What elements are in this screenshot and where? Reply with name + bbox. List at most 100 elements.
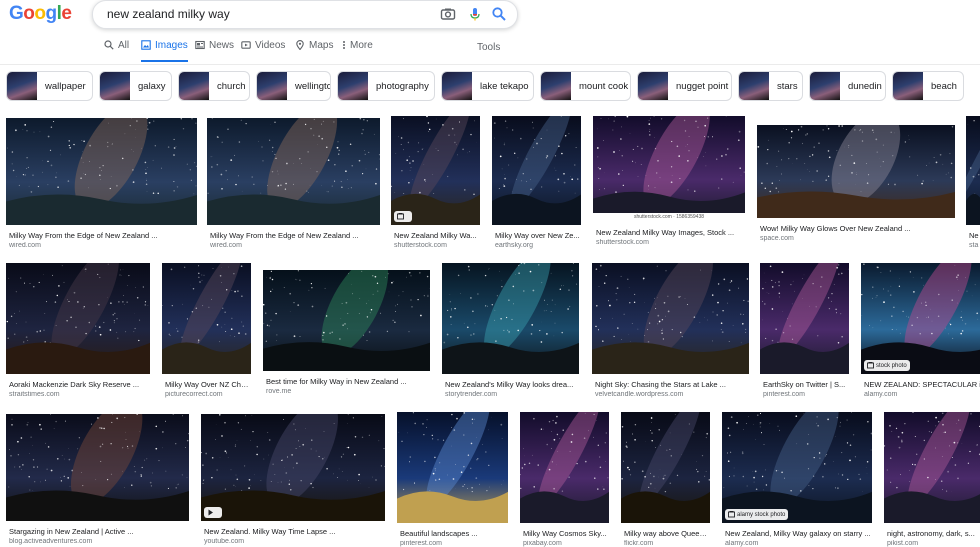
chip-thumbnail [179, 72, 209, 100]
result-title[interactable]: Night Sky: Chasing the Stars at Lake ... [595, 380, 748, 389]
result-source: velvetcandle.wordpress.com [595, 391, 748, 398]
chip-label: church [209, 81, 250, 92]
result-title[interactable]: NEW ZEALAND: SPECTACULAR im [864, 380, 980, 389]
tab-label: More [350, 40, 373, 51]
result-thumbnail[interactable] [391, 116, 480, 225]
result-title[interactable]: New Zealand Milky Wa... [394, 231, 479, 240]
result-thumbnail[interactable] [6, 118, 197, 225]
video-icon [241, 40, 251, 50]
result-thumbnail[interactable] [397, 412, 508, 523]
chip-label: dunedin [840, 81, 886, 92]
result-thumbnail[interactable] [760, 263, 849, 374]
tab-maps[interactable]: Maps [295, 40, 333, 60]
result-title[interactable]: Best time for Milky Way in New Zealand .… [266, 377, 429, 386]
result-thumbnail[interactable] [442, 263, 579, 374]
result-title[interactable]: Milky Way over New Ze... [495, 231, 580, 240]
tab-label: All [118, 40, 129, 51]
result-source: shutterstock.com [596, 239, 744, 246]
logo-letter: G [9, 3, 23, 25]
tab-more[interactable]: More [342, 40, 373, 60]
chip-label: mount cook [571, 81, 631, 92]
result-thumbnail[interactable] [492, 116, 581, 225]
tools-button[interactable]: Tools [477, 42, 500, 53]
search-input[interactable] [105, 6, 429, 22]
result-thumbnail[interactable] [6, 263, 150, 374]
result-title[interactable]: EarthSky on Twitter | S... [763, 380, 848, 389]
mic-icon[interactable] [467, 6, 483, 22]
tab-news[interactable]: News [195, 40, 234, 60]
tab-images[interactable]: Images [141, 40, 188, 62]
result-source: blog.activeadventures.com [9, 538, 188, 545]
more-dots-icon [342, 40, 346, 50]
badge-label: alamy stock photo [737, 512, 785, 518]
image-watermark: shutterstock.com · 1586359438 [593, 213, 745, 222]
logo-letter: o [23, 3, 34, 25]
result-thumbnail[interactable] [966, 116, 980, 225]
search-icon[interactable] [491, 6, 507, 22]
search-box[interactable] [92, 0, 518, 29]
result-source: wired.com [210, 242, 379, 249]
result-title[interactable]: Wow! Milky Way Glows Over New Zealand ..… [760, 224, 954, 233]
result-title[interactable]: New Zealand's Milky Way looks drea... [445, 380, 578, 389]
chip-photography[interactable]: photography [337, 71, 435, 101]
result-thumbnail[interactable]: alamy stock photo [722, 412, 872, 523]
chip-thumbnail [442, 72, 472, 100]
image-icon [141, 40, 151, 50]
chip-nugget-point[interactable]: nugget point [637, 71, 732, 101]
result-title[interactable]: Milky Way From the Edge of New Zealand .… [9, 231, 196, 240]
result-source: space.com [760, 235, 954, 242]
result-source: wired.com [9, 242, 196, 249]
result-title[interactable]: night, astronomy, dark, s... [887, 529, 980, 538]
result-thumbnail[interactable] [757, 125, 955, 218]
chip-church[interactable]: church [178, 71, 250, 101]
result-title[interactable]: Beautiful landscapes ... [400, 529, 507, 538]
result-title[interactable]: Milky Way From the Edge of New Zealand .… [210, 231, 379, 240]
chip-label: lake tekapo [472, 81, 534, 92]
result-title[interactable]: New Zealand Milky Way Images, Stock ... [596, 228, 744, 237]
result-thumbnail[interactable] [592, 263, 749, 374]
tab-videos[interactable]: Videos [241, 40, 285, 60]
camera-icon[interactable] [440, 6, 456, 22]
chip-thumbnail [893, 72, 923, 100]
chip-thumbnail [541, 72, 571, 100]
result-title[interactable]: Milky Way Over NZ Chu... [165, 380, 250, 389]
chip-label: beach [923, 81, 964, 92]
chip-beach[interactable]: beach [892, 71, 964, 101]
result-thumbnail[interactable] [520, 412, 609, 523]
result-thumbnail[interactable] [263, 270, 430, 371]
result-thumbnail[interactable] [6, 414, 189, 521]
result-title[interactable]: Ne [969, 231, 980, 240]
chip-lake-tekapo[interactable]: lake tekapo [441, 71, 534, 101]
result-thumbnail[interactable] [201, 414, 385, 521]
result-title[interactable]: Aoraki Mackenzie Dark Sky Reserve ... [9, 380, 149, 389]
result-thumbnail[interactable] [884, 412, 980, 523]
chip-dunedin[interactable]: dunedin [809, 71, 886, 101]
result-title[interactable]: New Zealand. Milky Way Time Lapse ... [204, 527, 384, 536]
search-icon [104, 40, 114, 50]
result-title[interactable]: New Zealand, Milky Way galaxy on starry … [725, 529, 871, 538]
result-thumbnail[interactable]: shutterstock.com · 1586359438 [593, 116, 745, 222]
chip-thumbnail [7, 72, 37, 100]
chip-label: nugget point [668, 81, 732, 92]
result-title[interactable]: Milky Way Cosmos Sky... [523, 529, 608, 538]
result-thumbnail[interactable]: stock photo [861, 263, 980, 374]
result-thumbnail[interactable] [621, 412, 710, 523]
result-source: pinterest.com [763, 391, 848, 398]
chip-wallpaper[interactable]: wallpaper [6, 71, 93, 101]
result-title[interactable]: Stargazing in New Zealand | Active ... [9, 527, 188, 536]
result-thumbnail[interactable] [207, 118, 380, 225]
result-thumbnail[interactable] [162, 263, 251, 374]
tab-label: Videos [255, 40, 285, 51]
chip-stars[interactable]: stars [738, 71, 803, 101]
tab-all[interactable]: All [104, 40, 129, 60]
product-badge-icon: stock photo [864, 360, 910, 371]
result-title[interactable]: Milky way above Queen... [624, 529, 709, 538]
result-source: picturecorrect.com [165, 391, 250, 398]
chip-thumbnail [810, 72, 840, 100]
chip-thumbnail [739, 72, 769, 100]
chip-mount-cook[interactable]: mount cook [540, 71, 631, 101]
chip-wellington[interactable]: wellington [256, 71, 331, 101]
google-logo[interactable]: Google [9, 3, 71, 25]
chip-galaxy[interactable]: galaxy [99, 71, 172, 101]
map-pin-icon [295, 40, 305, 50]
